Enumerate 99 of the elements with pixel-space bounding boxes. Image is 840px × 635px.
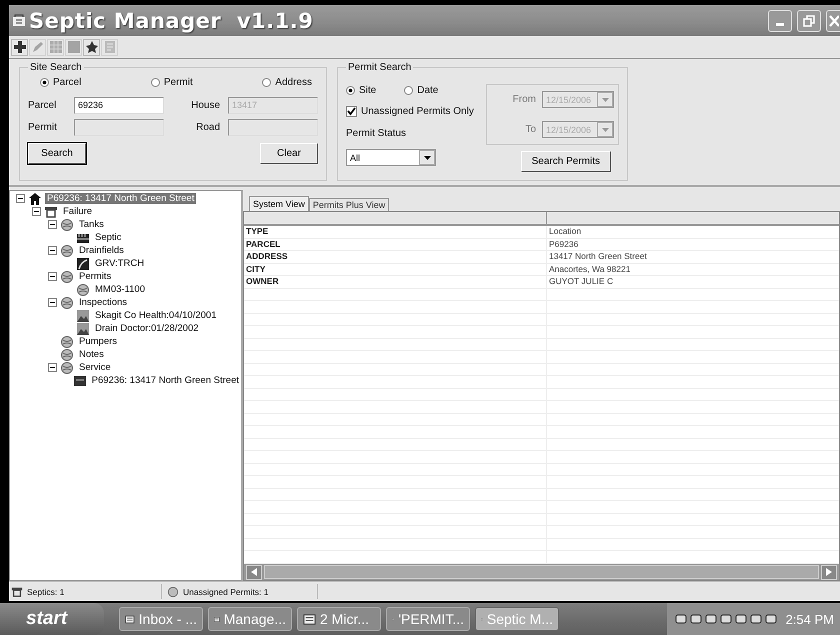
- close-icon: [828, 14, 838, 28]
- scroll-left-icon[interactable]: [251, 568, 257, 576]
- toolbar-plus-icon[interactable]: [11, 38, 28, 56]
- field-label: From: [512, 94, 536, 105]
- radio-icon[interactable]: [150, 78, 160, 87]
- tree-item[interactable]: P69236: 13417 North Green Street: [45, 193, 196, 204]
- dropdown-arrow-icon[interactable]: [424, 156, 430, 160]
- collapse-icon[interactable]: [48, 298, 57, 307]
- tree-item[interactable]: MM03-1100: [93, 284, 147, 295]
- radio-option[interactable]: Address: [262, 77, 312, 88]
- tree-item[interactable]: Tanks: [77, 219, 106, 230]
- close-button[interactable]: [826, 10, 840, 32]
- radio-option[interactable]: Permit: [150, 77, 193, 88]
- window-title: Septic Manager v1.1.9: [29, 8, 314, 32]
- tree-item[interactable]: Failure: [61, 206, 94, 217]
- field-name-cell: TYPE: [244, 226, 547, 238]
- field-name-cell: CITY: [244, 264, 547, 275]
- globe-icon: [167, 586, 179, 598]
- radio-icon[interactable]: [40, 78, 49, 87]
- globe-icon: [60, 360, 74, 374]
- radio-icon[interactable]: [404, 86, 414, 95]
- tree-item[interactable]: Septic: [93, 232, 124, 243]
- collapse-icon[interactable]: [48, 220, 57, 229]
- radio-option[interactable]: Parcel: [40, 77, 82, 88]
- tree-item[interactable]: Drain Doctor:01/28/2002: [93, 323, 201, 334]
- tray-icon[interactable]: [720, 613, 732, 625]
- radio-option[interactable]: Site: [346, 85, 376, 96]
- field-label: House: [190, 100, 220, 111]
- status-text: Septics: 1: [27, 586, 64, 596]
- box-icon: [72, 374, 87, 388]
- collapse-icon[interactable]: [48, 246, 57, 255]
- collapse-icon[interactable]: [48, 363, 57, 372]
- tree-item[interactable]: Pumpers: [77, 336, 120, 347]
- globe-icon: [60, 270, 74, 284]
- field-label: To: [525, 124, 536, 135]
- horizontal-scrollbar[interactable]: [244, 564, 839, 580]
- tree-item[interactable]: Skagit Co Health:04/10/2001: [93, 310, 218, 321]
- radio-option[interactable]: Date: [404, 85, 438, 96]
- checkbox[interactable]: Unassigned Permits Only: [346, 106, 474, 117]
- clock: 2:54 PM: [786, 612, 834, 626]
- field-label: Permit: [28, 122, 58, 133]
- tree-item[interactable]: Service: [77, 362, 113, 373]
- tray-icon[interactable]: [734, 613, 747, 625]
- globe-icon: [60, 218, 74, 232]
- field-value-cell-text: P69236: [548, 238, 580, 250]
- field-value-cell-text: 13417 North Green Street: [548, 251, 648, 262]
- scroll-right-icon[interactable]: [826, 568, 832, 576]
- collapse-icon[interactable]: [32, 207, 41, 216]
- pipe-icon: [76, 256, 90, 270]
- check-icon: [347, 107, 356, 116]
- globe-icon: [76, 282, 90, 296]
- search-button[interactable]: Search: [28, 143, 86, 164]
- tree-item[interactable]: Drainfields: [77, 245, 126, 256]
- toolbar-star-icon[interactable]: [83, 38, 100, 56]
- field-name-cell: PARCEL: [244, 238, 547, 250]
- field-label: Road: [195, 122, 220, 133]
- tab[interactable]: Permits Plus View: [308, 198, 390, 211]
- tank-icon: [44, 204, 58, 218]
- tree-item[interactable]: Inspections: [77, 297, 130, 308]
- tree-item[interactable]: Permits: [77, 271, 114, 282]
- clear-button[interactable]: Clear: [260, 143, 318, 164]
- globe-icon: [60, 348, 74, 362]
- status-text: Unassigned Permits: 1: [183, 586, 269, 596]
- minimize-icon: [776, 23, 784, 26]
- start-button[interactable]: start: [0, 603, 104, 635]
- field-value-cell-text: Anacortes, Wa 98221: [548, 264, 632, 275]
- globe-icon: [60, 334, 74, 348]
- tank-icon: [11, 586, 23, 598]
- globe-icon: [60, 244, 74, 258]
- minimize-button[interactable]: [768, 10, 792, 32]
- globe-icon: [60, 296, 74, 310]
- group-title: Permit Search: [347, 62, 412, 73]
- tray-icon[interactable]: [674, 613, 687, 625]
- field-name-cell: OWNER: [244, 276, 547, 288]
- tab[interactable]: System View: [249, 196, 309, 211]
- search-permits-button[interactable]: Search Permits: [520, 151, 611, 172]
- tray-icon[interactable]: [704, 613, 717, 625]
- field-label: Permit Status: [346, 128, 408, 139]
- text-field[interactable]: 69236: [74, 97, 164, 114]
- tree-item[interactable]: GRV:TRCH: [93, 258, 146, 269]
- collapse-icon[interactable]: [16, 194, 25, 203]
- status-dropdown[interactable]: All: [346, 149, 436, 166]
- tray-icon[interactable]: [764, 613, 777, 625]
- field-label: Parcel: [28, 100, 58, 111]
- group-title: Site Search: [29, 62, 83, 73]
- field-value-cell-text: GUYOT JULIE C: [548, 276, 614, 288]
- checkbox-icon[interactable]: [346, 106, 357, 117]
- restore-icon: [802, 14, 816, 28]
- field-name-cell: ADDRESS: [244, 251, 547, 262]
- tray-icon[interactable]: [690, 613, 702, 625]
- radio-icon[interactable]: [262, 78, 272, 87]
- tray-icon[interactable]: [750, 613, 762, 625]
- tree-item[interactable]: P69236: 13417 North Green Street: [90, 375, 241, 386]
- app-icon: [12, 14, 26, 28]
- restore-button[interactable]: [797, 10, 821, 32]
- field-value-cell-text: Location: [548, 226, 582, 238]
- collapse-icon[interactable]: [48, 272, 57, 281]
- radio-icon[interactable]: [346, 86, 355, 95]
- tree-item[interactable]: Notes: [77, 349, 106, 360]
